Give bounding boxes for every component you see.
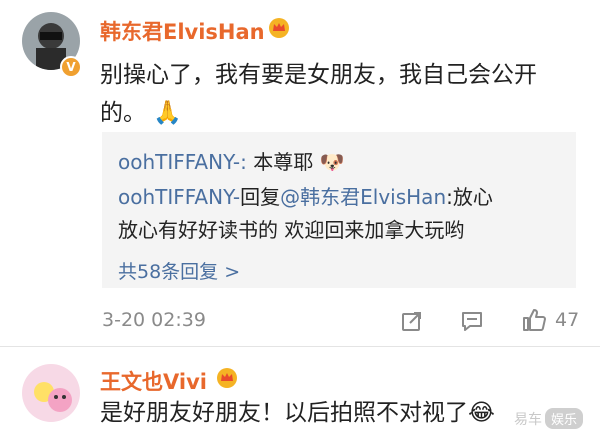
comment-icon[interactable] [460,309,484,333]
reply-item[interactable]: oohTIFFANY-: 本尊耶 🐶 [118,146,345,175]
verified-v-icon: V [60,56,82,78]
avatar[interactable] [22,364,80,422]
like-count: 47 [555,309,580,331]
username[interactable]: 王文也Vivi [100,366,207,396]
crown-icon [217,368,237,388]
more-replies-link[interactable]: 共58条回复 > [118,257,240,284]
laughing-emoji-icon: 😂 [468,400,495,426]
reply-item[interactable]: oohTIFFANY-回复@韩东君ElvisHan:放心 放心有好好读书的 欢迎… [118,181,493,247]
divider [0,346,600,347]
watermark: 易车 娱乐 [514,408,584,429]
thumbs-up-icon[interactable] [521,307,547,333]
reply-author[interactable]: oohTIFFANY- [118,185,240,209]
crown-icon [269,18,289,38]
username[interactable]: 韩东君ElvisHan [100,16,265,46]
reply-text: 回复 [240,185,281,209]
pray-emoji-icon: 🙏 [153,100,182,126]
timestamp: 3-20 02:39 [102,309,206,331]
reply-text: 放心有好好读书的 欢迎回来加拿大玩哟 [118,218,465,242]
reply-author[interactable]: oohTIFFANY-: [118,150,247,174]
share-icon[interactable] [400,309,424,333]
reply-text: :放心 [446,185,493,209]
comment-body: 是好朋友好朋友！以后拍照不对视了😂 [100,400,495,426]
reply-text: 本尊耶 [246,150,314,174]
comment-body: 别操心了，我有要是女朋友，我自己会公开 的。 🙏 [100,62,537,126]
reply-mention[interactable]: @韩东君ElvisHan [280,185,446,209]
dog-emoji-icon: 🐶 [319,150,345,174]
